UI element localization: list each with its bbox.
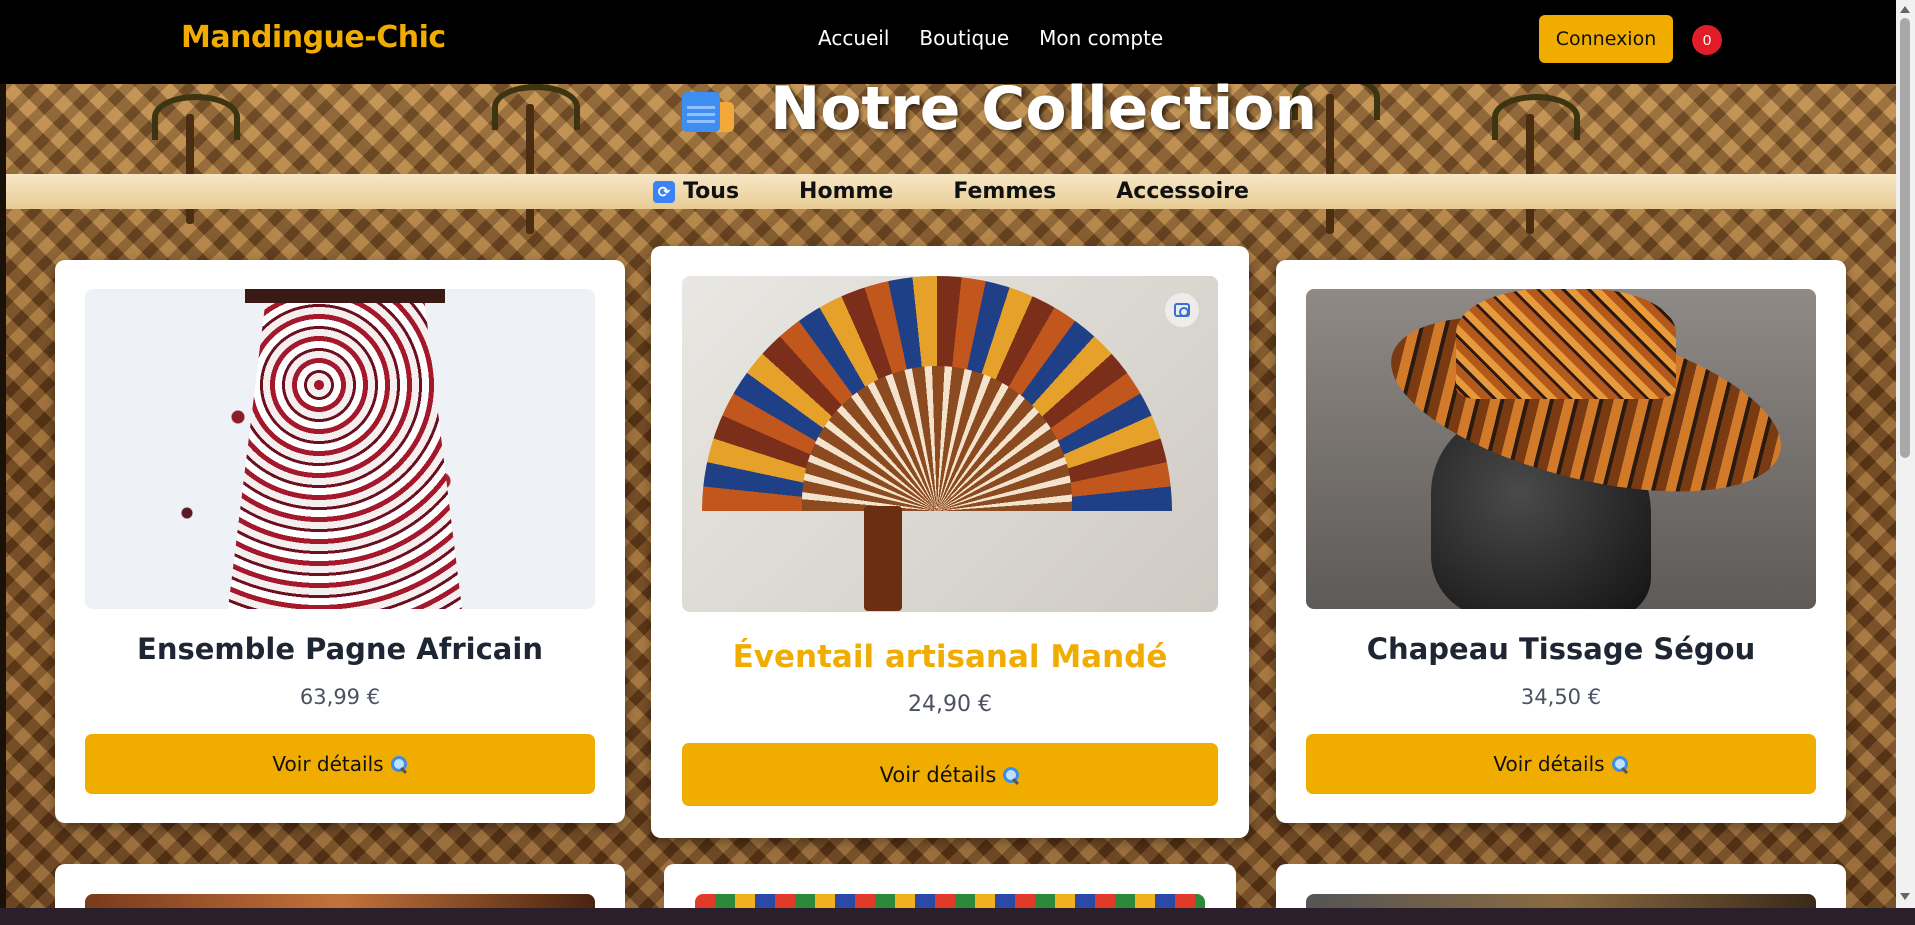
product-image[interactable] xyxy=(1306,289,1816,609)
refresh-icon: ⟳ xyxy=(653,180,676,203)
product-card[interactable] xyxy=(664,864,1236,908)
nav-link-boutique[interactable]: Boutique xyxy=(919,26,1009,50)
magnifier-icon xyxy=(1002,766,1020,784)
product-image[interactable] xyxy=(85,894,595,908)
filter-tous[interactable]: ⟳ Tous xyxy=(653,179,739,204)
product-price: 34,50 € xyxy=(1520,685,1602,709)
magnifier-icon xyxy=(390,755,408,773)
product-title[interactable]: Éventail artisanal Mandé xyxy=(651,639,1249,675)
product-card[interactable]: Éventail artisanal Mandé 24,90 € Voir dé… xyxy=(651,246,1249,838)
product-price: 24,90 € xyxy=(908,692,992,717)
nav-link-accueil[interactable]: Accueil xyxy=(818,26,889,50)
product-title[interactable]: Chapeau Tissage Ségou xyxy=(1276,632,1846,666)
view-details-button[interactable]: Voir détails xyxy=(682,743,1218,806)
nav-link-mon-compte[interactable]: Mon compte xyxy=(1039,26,1163,50)
scroll-thumb[interactable] xyxy=(1900,18,1910,458)
button-label: Voir détails xyxy=(272,752,384,776)
view-details-button[interactable]: Voir détails xyxy=(1306,734,1816,794)
product-card[interactable] xyxy=(1276,864,1846,908)
filter-femmes[interactable]: Femmes xyxy=(953,179,1056,204)
button-label: Voir détails xyxy=(879,762,997,787)
button-label: Voir détails xyxy=(1493,752,1605,776)
palm-decoration xyxy=(492,84,580,234)
filter-accessoire[interactable]: Accessoire xyxy=(1116,179,1249,204)
nav-links: Accueil Boutique Mon compte xyxy=(818,26,1163,50)
product-title[interactable]: Ensemble Pagne Africain xyxy=(55,632,625,666)
filter-label: Tous xyxy=(683,179,740,204)
filter-label: Homme xyxy=(799,179,894,204)
magnifier-icon xyxy=(1611,755,1629,773)
cart-count-badge[interactable]: 0 xyxy=(1692,25,1722,55)
view-details-button[interactable]: Voir détails xyxy=(85,734,595,794)
filter-label: Accessoire xyxy=(1116,179,1249,204)
scroll-up-arrow-icon[interactable] xyxy=(1900,6,1910,13)
product-price: 63,99 € xyxy=(299,685,381,709)
scroll-down-arrow-icon[interactable] xyxy=(1900,893,1910,900)
filter-label: Femmes xyxy=(953,179,1057,204)
palm-decoration xyxy=(1292,74,1380,234)
page-scrollbar[interactable] xyxy=(1896,0,1915,908)
product-card[interactable]: Chapeau Tissage Ségou 34,50 € Voir détai… xyxy=(1276,260,1846,823)
filter-homme[interactable]: Homme xyxy=(799,179,893,204)
image-lens-button[interactable] xyxy=(1165,293,1199,327)
product-image[interactable] xyxy=(682,276,1218,612)
brand-logo[interactable]: Mandingue-Chic xyxy=(181,20,446,55)
product-card[interactable]: Ensemble Pagne Africain 63,99 € Voir dét… xyxy=(55,260,625,823)
page-title: Notre Collection xyxy=(770,74,1318,144)
login-button[interactable]: Connexion xyxy=(1539,15,1673,63)
camera-icon xyxy=(1174,303,1190,317)
top-navbar: Mandingue-Chic Accueil Boutique Mon comp… xyxy=(0,0,1896,84)
os-taskbar xyxy=(0,908,1915,925)
product-image[interactable] xyxy=(85,289,595,609)
product-image[interactable] xyxy=(695,894,1205,908)
category-filter-bar: ⟳ Tous Homme Femmes Accessoire xyxy=(6,174,1896,209)
product-image[interactable] xyxy=(1306,894,1816,908)
calendar-bookmark-icon xyxy=(682,88,736,136)
product-card[interactable] xyxy=(55,864,625,908)
